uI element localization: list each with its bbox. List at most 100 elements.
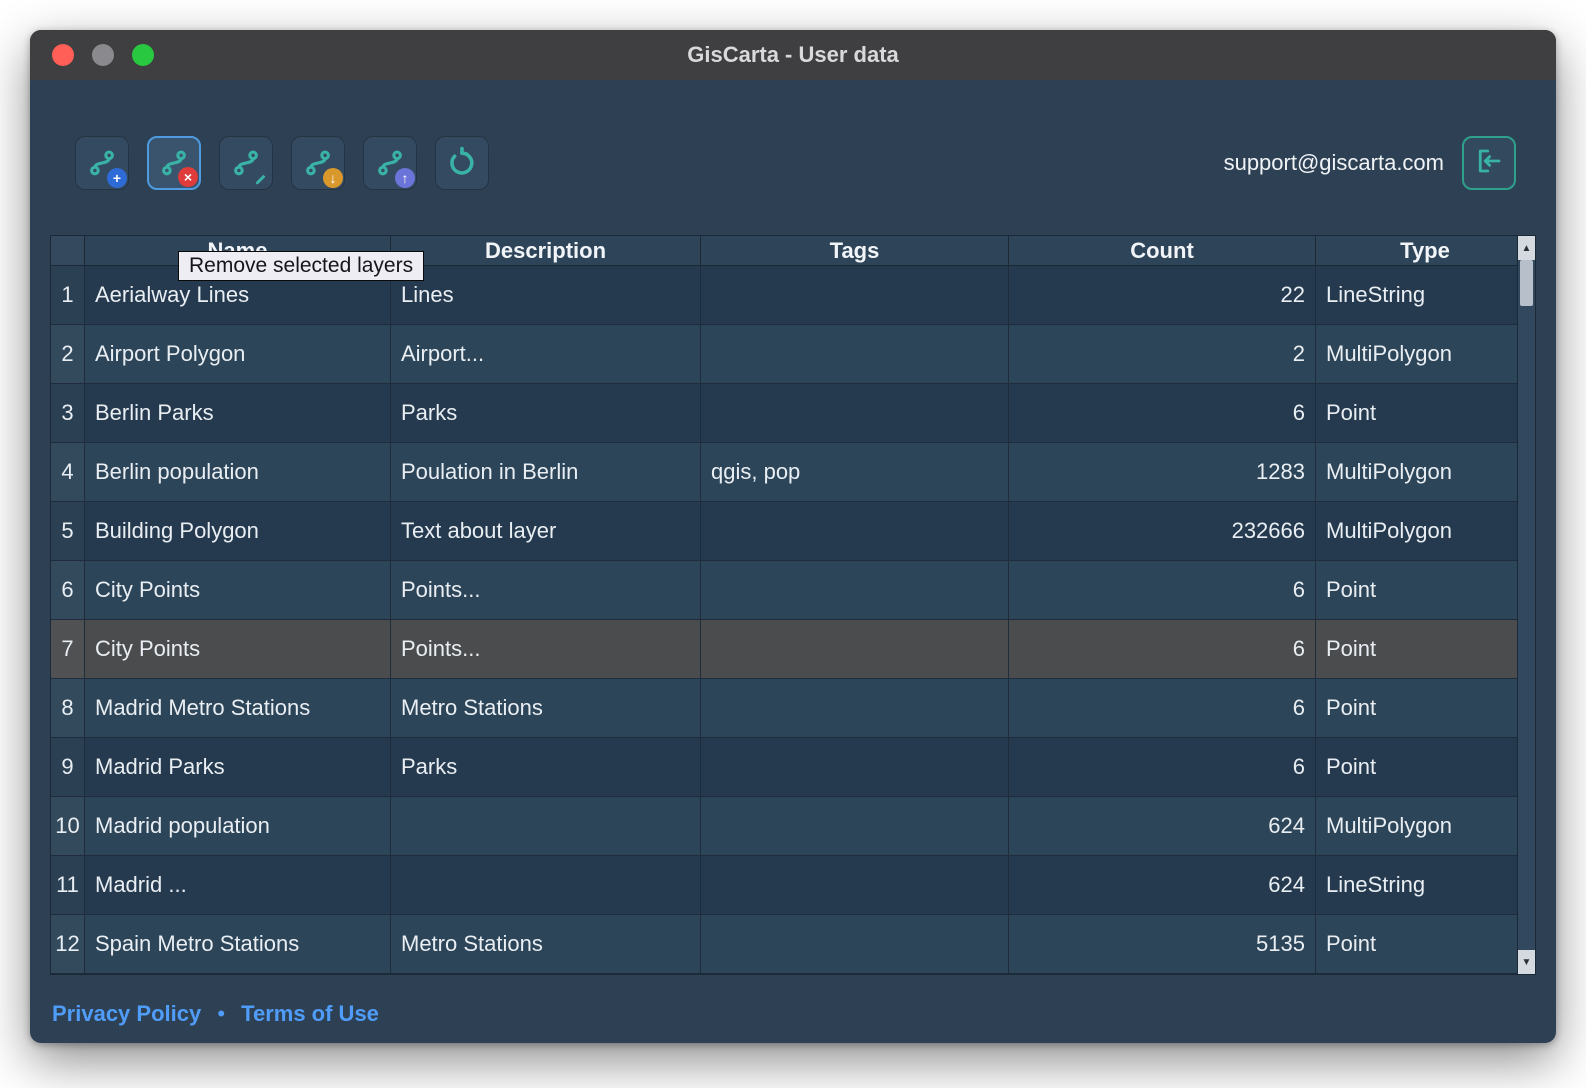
table-row[interactable]: 3 Berlin Parks Parks 6 Point [51,384,1517,443]
cell-name[interactable]: Building Polygon [85,502,391,561]
cell-type[interactable]: Point [1316,915,1517,974]
cell-tags[interactable] [701,738,1009,797]
cell-tags[interactable] [701,502,1009,561]
cell-name[interactable]: Madrid ... [85,856,391,915]
cell-type[interactable]: Point [1316,620,1517,679]
cell-name[interactable]: Madrid population [85,797,391,856]
import-layer-button[interactable]: ↓ [291,136,345,190]
cell-desc[interactable]: Points... [391,561,701,620]
cell-type[interactable]: Point [1316,384,1517,443]
cell-num[interactable]: 9 [51,738,85,797]
cell-tags[interactable]: qgis, pop [701,443,1009,502]
scrollbar-thumb[interactable] [1520,260,1533,306]
cell-tags[interactable] [701,384,1009,443]
scroll-down-button[interactable]: ▼ [1518,950,1535,974]
logout-button[interactable] [1462,136,1516,190]
cell-num[interactable]: 8 [51,679,85,738]
minimize-button[interactable] [92,44,114,66]
cell-name[interactable]: City Points [85,561,391,620]
cell-tags[interactable] [701,561,1009,620]
cell-type[interactable]: Point [1316,738,1517,797]
cell-name[interactable]: Madrid Metro Stations [85,679,391,738]
cell-num[interactable]: 1 [51,266,85,325]
cell-tags[interactable] [701,797,1009,856]
cell-tags[interactable] [701,679,1009,738]
cell-type[interactable]: MultiPolygon [1316,797,1517,856]
close-button[interactable] [52,44,74,66]
cell-tags[interactable] [701,266,1009,325]
cell-num[interactable]: 7 [51,620,85,679]
cell-desc[interactable]: Metro Stations [391,915,701,974]
column-header-type[interactable]: Type [1316,236,1535,266]
cell-tags[interactable] [701,915,1009,974]
table-row[interactable]: 9 Madrid Parks Parks 6 Point [51,738,1517,797]
table-row[interactable]: 11 Madrid ... 624 LineString [51,856,1517,915]
table-row[interactable]: 8 Madrid Metro Stations Metro Stations 6 Poi… [51,679,1517,738]
cell-num[interactable]: 2 [51,325,85,384]
column-header-description[interactable]: Description [391,236,701,266]
cell-count[interactable]: 232666 [1009,502,1316,561]
cell-desc[interactable]: Parks [391,384,701,443]
remove-selected-layers-button[interactable]: × [147,136,201,190]
add-layer-button[interactable]: + [75,136,129,190]
cell-count[interactable]: 6 [1009,738,1316,797]
cell-tags[interactable] [701,325,1009,384]
cell-desc[interactable]: Text about layer [391,502,701,561]
export-layer-button[interactable]: ↑ [363,136,417,190]
cell-num[interactable]: 6 [51,561,85,620]
table-row[interactable]: 12 Spain Metro Stations Metro Stations 5135… [51,915,1517,974]
cell-count[interactable]: 2 [1009,325,1316,384]
cell-count[interactable]: 6 [1009,384,1316,443]
cell-count[interactable]: 624 [1009,797,1316,856]
corner-header-cell[interactable] [51,236,85,266]
column-header-count[interactable]: Count [1009,236,1316,266]
cell-type[interactable]: Point [1316,561,1517,620]
cell-desc[interactable] [391,856,701,915]
cell-name[interactable]: Spain Metro Stations [85,915,391,974]
refresh-button[interactable] [435,136,489,190]
cell-desc[interactable]: Points... [391,620,701,679]
terms-of-use-link[interactable]: Terms of Use [241,1001,379,1026]
cell-desc[interactable]: Poulation in Berlin [391,443,701,502]
cell-tags[interactable] [701,620,1009,679]
cell-desc[interactable]: Parks [391,738,701,797]
cell-num[interactable]: 11 [51,856,85,915]
cell-num[interactable]: 4 [51,443,85,502]
cell-desc[interactable]: Metro Stations [391,679,701,738]
cell-num[interactable]: 3 [51,384,85,443]
cell-type[interactable]: LineString [1316,856,1517,915]
cell-name[interactable]: Airport Polygon [85,325,391,384]
cell-type[interactable]: Point [1316,679,1517,738]
cell-num[interactable]: 12 [51,915,85,974]
vertical-scrollbar[interactable]: ▲ ▼ [1517,236,1535,974]
table-row[interactable]: 7 City Points Points... 6 Point [51,620,1517,679]
cell-count[interactable]: 6 [1009,679,1316,738]
scroll-up-button[interactable]: ▲ [1518,236,1535,260]
cell-type[interactable]: MultiPolygon [1316,325,1517,384]
cell-tags[interactable] [701,856,1009,915]
table-row[interactable]: 5 Building Polygon Text about layer 232666 M… [51,502,1517,561]
cell-name[interactable]: Madrid Parks [85,738,391,797]
zoom-button[interactable] [132,44,154,66]
cell-count[interactable]: 22 [1009,266,1316,325]
cell-desc[interactable]: Lines [391,266,701,325]
cell-count[interactable]: 6 [1009,561,1316,620]
cell-desc[interactable] [391,797,701,856]
cell-name[interactable]: Berlin population [85,443,391,502]
table-row[interactable]: 6 City Points Points... 6 Point [51,561,1517,620]
cell-type[interactable]: MultiPolygon [1316,443,1517,502]
table-row[interactable]: 10 Madrid population 624 MultiPolygon [51,797,1517,856]
table-row[interactable]: 4 Berlin population Poulation in Berlin qgi… [51,443,1517,502]
privacy-policy-link[interactable]: Privacy Policy [52,1001,201,1026]
cell-desc[interactable]: Airport... [391,325,701,384]
cell-count[interactable]: 1283 [1009,443,1316,502]
cell-count[interactable]: 6 [1009,620,1316,679]
cell-count[interactable]: 624 [1009,856,1316,915]
cell-num[interactable]: 5 [51,502,85,561]
cell-name[interactable]: Berlin Parks [85,384,391,443]
cell-name[interactable]: City Points [85,620,391,679]
table-row[interactable]: 2 Airport Polygon Airport... 2 MultiPolygon [51,325,1517,384]
cell-count[interactable]: 5135 [1009,915,1316,974]
cell-type[interactable]: MultiPolygon [1316,502,1517,561]
edit-layer-button[interactable] [219,136,273,190]
